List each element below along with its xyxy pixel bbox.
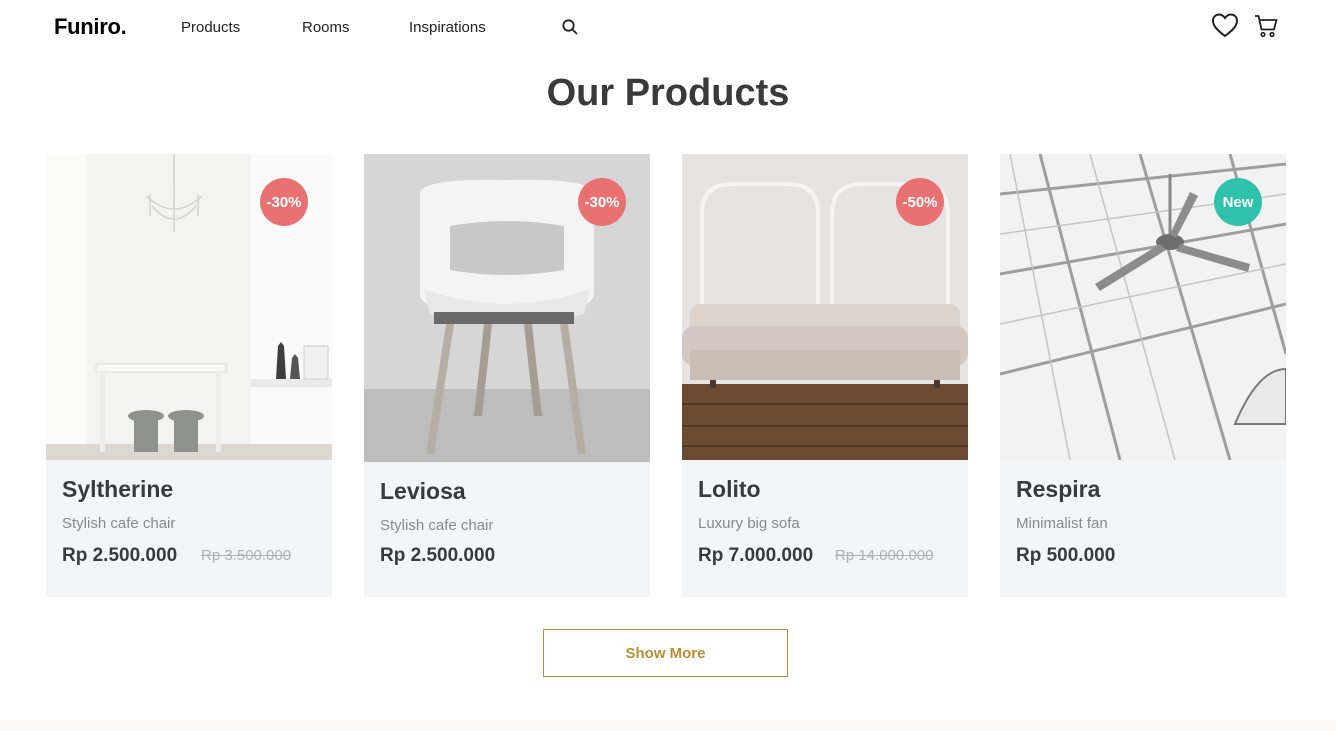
- product-price: Rp 500.000: [1016, 545, 1116, 566]
- product-card[interactable]: -30% Leviosa Stylish cafe chair Rp 2.500…: [364, 154, 650, 597]
- section-title: Our Products: [546, 72, 790, 114]
- product-price: Rp 2.500.000: [62, 545, 178, 566]
- product-price: Rp 7.000.000: [698, 545, 814, 566]
- product-description: Stylish cafe chair: [380, 517, 494, 534]
- discount-badge: -50%: [896, 178, 944, 226]
- new-badge: New: [1214, 178, 1262, 226]
- product-card[interactable]: -50% Lolito Luxury big sofa Rp 7.000.000…: [682, 154, 968, 597]
- heart-icon[interactable]: [1210, 11, 1240, 39]
- product-name: Lolito: [698, 476, 761, 502]
- product-card[interactable]: -30% Syltherine Stylish cafe chair Rp 2.…: [46, 154, 332, 597]
- product-price: Rp 2.500.000: [380, 545, 496, 566]
- product-old-price: Rp 14.000.000: [835, 547, 934, 564]
- product-name: Respira: [1016, 476, 1101, 502]
- product-description: Minimalist fan: [1016, 515, 1108, 532]
- product-card[interactable]: New Respira Minimalist fan Rp 500.000: [1000, 154, 1286, 597]
- product-image: -50%: [682, 154, 968, 460]
- product-description: Luxury big sofa: [698, 515, 800, 532]
- footer-band: [0, 720, 1336, 731]
- discount-badge: -30%: [578, 178, 626, 226]
- product-old-price: Rp 3.500.000: [201, 547, 292, 564]
- show-more-button[interactable]: Show More: [543, 629, 788, 677]
- brand-logo[interactable]: Funiro.: [54, 14, 127, 40]
- nav-products[interactable]: Products: [181, 19, 240, 36]
- product-image: -30%: [46, 154, 332, 460]
- discount-badge: -30%: [260, 178, 308, 226]
- product-image: -30%: [364, 154, 650, 462]
- product-description: Stylish cafe chair: [62, 515, 176, 532]
- product-image: New: [1000, 154, 1286, 460]
- nav-inspirations[interactable]: Inspirations: [409, 19, 486, 36]
- nav-rooms[interactable]: Rooms: [302, 19, 350, 36]
- search-icon[interactable]: [561, 18, 579, 36]
- product-name: Leviosa: [380, 478, 466, 504]
- cart-icon[interactable]: [1253, 13, 1279, 39]
- header: Funiro. Products Rooms Inspirations: [0, 0, 1336, 58]
- product-name: Syltherine: [62, 476, 174, 502]
